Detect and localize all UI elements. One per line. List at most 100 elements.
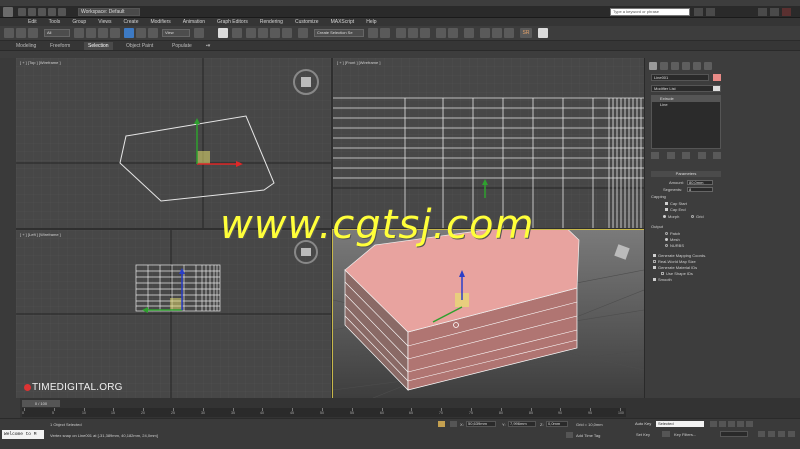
- orbit-icon[interactable]: [778, 431, 785, 437]
- render-production-icon[interactable]: [504, 28, 514, 38]
- menu-create[interactable]: Create: [117, 18, 144, 26]
- motion-tab-icon[interactable]: [682, 62, 690, 70]
- select-by-name-icon[interactable]: [86, 28, 96, 38]
- app-logo-icon[interactable]: [3, 7, 13, 17]
- ribbon-toggle-icon[interactable]: [420, 28, 430, 38]
- minimize-icon[interactable]: [758, 8, 767, 16]
- menu-animation[interactable]: Animation: [177, 18, 211, 26]
- open-file-icon[interactable]: [28, 8, 36, 16]
- select-rotate-icon[interactable]: [136, 28, 146, 38]
- zoom-extents-icon[interactable]: [758, 431, 765, 437]
- time-tag-icon[interactable]: [566, 432, 573, 438]
- new-file-icon[interactable]: [18, 8, 26, 16]
- key-icon[interactable]: [662, 431, 670, 437]
- key-mode-dropdown[interactable]: Selected: [656, 421, 704, 427]
- nurbs-radio[interactable]: NURBS: [665, 243, 735, 249]
- menu-customize[interactable]: Customize: [289, 18, 325, 26]
- remove-modifier-icon[interactable]: [697, 152, 706, 159]
- viewport-left[interactable]: [ + ] [Left ] [Wireframe ]: [16, 230, 331, 398]
- absolute-mode-icon[interactable]: [450, 421, 457, 427]
- menu-maxscript[interactable]: MAXScript: [325, 18, 361, 26]
- close-icon[interactable]: [782, 8, 791, 16]
- angle-snap-icon[interactable]: [258, 28, 268, 38]
- tab-freeform[interactable]: Freeform: [46, 42, 74, 50]
- maximize-icon[interactable]: [770, 8, 779, 16]
- search-input[interactable]: Type a keyword or phrase: [610, 8, 690, 16]
- pivot-center-icon[interactable]: [194, 28, 204, 38]
- scene-explorer-icon[interactable]: [396, 28, 406, 38]
- tab-selection[interactable]: Selection: [84, 42, 113, 50]
- show-end-result-icon[interactable]: [666, 152, 675, 159]
- rendered-frame-icon[interactable]: [492, 28, 502, 38]
- z-coordinate-field[interactable]: 0,0mm: [546, 421, 568, 427]
- link-icon[interactable]: [16, 28, 26, 38]
- redo-icon[interactable]: [58, 8, 66, 16]
- menu-modifiers[interactable]: Modifiers: [144, 18, 176, 26]
- segments-spinner[interactable]: 8: [687, 187, 713, 192]
- align-icon[interactable]: [380, 28, 390, 38]
- selection-filter-dropdown[interactable]: All: [44, 29, 70, 37]
- play-icon[interactable]: [728, 421, 735, 427]
- lock-selection-icon[interactable]: [438, 421, 445, 427]
- viewport-top-label[interactable]: [ + ] [Top ] [Wireframe ]: [20, 60, 61, 65]
- key-filters-button[interactable]: Key Filters...: [674, 432, 696, 437]
- pointer-tool-icon[interactable]: [538, 28, 548, 38]
- menu-tools[interactable]: Tools: [43, 18, 67, 26]
- mini-listener-toggle-icon[interactable]: [0, 398, 20, 418]
- viewport-front-label[interactable]: [ + ] [Front ] [Wireframe ]: [337, 60, 380, 65]
- object-name-field[interactable]: Line001: [651, 74, 709, 81]
- stack-item-line[interactable]: Line: [652, 102, 720, 108]
- select-object-icon[interactable]: [74, 28, 84, 38]
- search-icon[interactable]: [694, 8, 703, 16]
- sr-button[interactable]: SR: [520, 28, 532, 38]
- modify-tab-icon[interactable]: [660, 62, 668, 70]
- x-coordinate-field[interactable]: 50,639mm: [466, 421, 496, 427]
- maximize-viewport-icon[interactable]: [788, 431, 795, 437]
- menu-edit[interactable]: Edit: [22, 18, 43, 26]
- mirror-icon[interactable]: [368, 28, 378, 38]
- edit-named-selection-icon[interactable]: [298, 28, 308, 38]
- menu-rendering[interactable]: Rendering: [254, 18, 289, 26]
- rect-selection-icon[interactable]: [98, 28, 108, 38]
- time-slider[interactable]: 0 / 100: [22, 400, 60, 407]
- goto-end-icon[interactable]: [746, 421, 753, 427]
- percent-snap-icon[interactable]: [270, 28, 280, 38]
- auto-key-button[interactable]: Auto Key: [635, 421, 651, 426]
- track-bar[interactable]: 0 5 10 15 20 25 30 35 40 45 50 55 60 65 70 75 80 85 90 95 10…: [22, 408, 626, 417]
- menu-group[interactable]: Group: [66, 18, 92, 26]
- y-coordinate-field[interactable]: 7,996mm: [508, 421, 536, 427]
- tab-object-paint[interactable]: Object Paint: [122, 42, 157, 50]
- make-unique-icon[interactable]: [682, 152, 690, 159]
- select-move-icon[interactable]: [124, 28, 134, 38]
- tab-modeling[interactable]: Modeling: [12, 42, 40, 50]
- select-scale-icon[interactable]: [148, 28, 158, 38]
- modifier-stack[interactable]: Extrude Line: [651, 95, 721, 149]
- maxscript-listener[interactable]: Welcome to M: [2, 430, 44, 439]
- material-editor-icon[interactable]: [464, 28, 474, 38]
- curve-editor-icon[interactable]: [436, 28, 446, 38]
- snaps-toggle-icon[interactable]: [246, 28, 256, 38]
- create-tab-icon[interactable]: [649, 62, 657, 70]
- current-frame-field[interactable]: [720, 431, 748, 437]
- reference-coord-dropdown[interactable]: View: [162, 29, 190, 37]
- modifier-list-dropdown[interactable]: Modifier List: [651, 85, 721, 92]
- ribbon-options-icon[interactable]: ▪▾: [202, 42, 212, 50]
- prev-frame-icon[interactable]: [719, 421, 726, 427]
- grid-radio[interactable]: Grid: [691, 214, 715, 220]
- render-setup-icon[interactable]: [480, 28, 490, 38]
- object-color-swatch[interactable]: [713, 74, 721, 81]
- set-key-button[interactable]: Set Key: [636, 432, 650, 437]
- menu-views[interactable]: Views: [92, 18, 117, 26]
- undo-icon[interactable]: [48, 8, 56, 16]
- spinner-snap-icon[interactable]: [282, 28, 292, 38]
- cap-end-checkbox[interactable]: Cap End: [665, 207, 735, 213]
- add-time-tag-button[interactable]: Add Time Tag: [576, 433, 600, 438]
- parameters-rollout-header[interactable]: Parameters: [651, 171, 721, 177]
- menu-graph-editors[interactable]: Graph Editors: [211, 18, 254, 26]
- named-selection-dropdown[interactable]: Create Selection Se: [314, 29, 364, 37]
- next-frame-icon[interactable]: [737, 421, 744, 427]
- pin-stack-icon[interactable]: [651, 152, 659, 159]
- unlink-icon[interactable]: [28, 28, 38, 38]
- viewport-perspective[interactable]: [332, 229, 645, 399]
- tab-populate[interactable]: Populate: [168, 42, 196, 50]
